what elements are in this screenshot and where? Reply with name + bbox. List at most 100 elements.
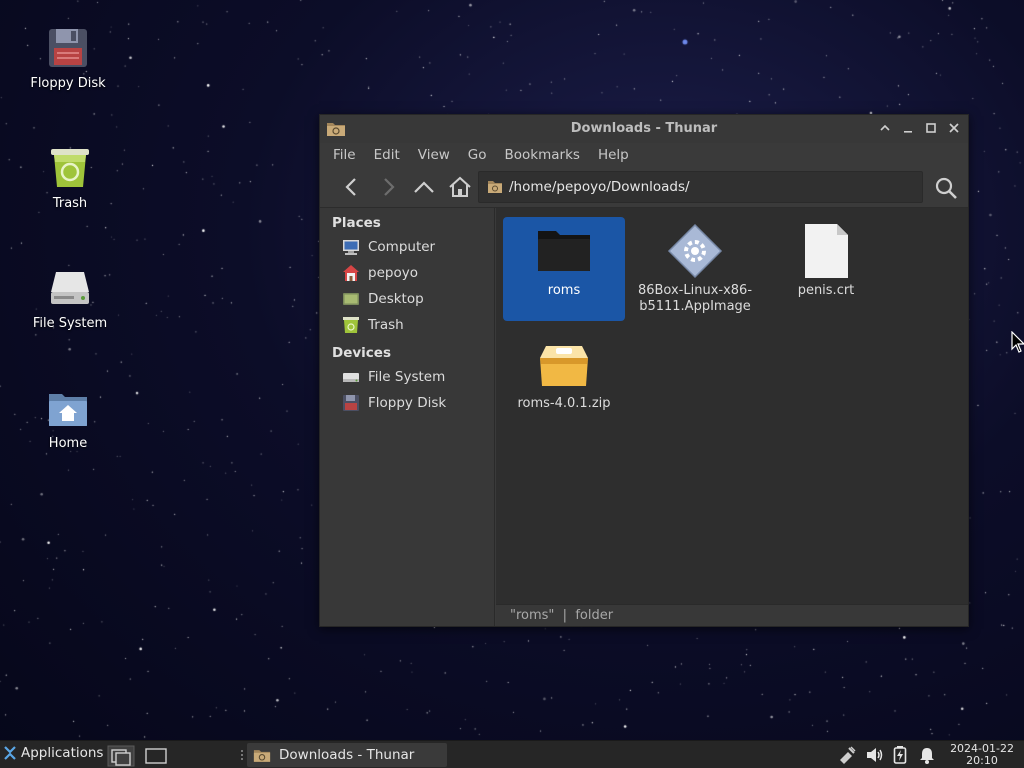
menu-view[interactable]: View xyxy=(409,147,459,163)
minimize-button[interactable] xyxy=(900,120,916,136)
sidebar-item-label: Trash xyxy=(368,317,404,333)
home-button[interactable] xyxy=(442,172,478,202)
desktop-icon-floppy-disk[interactable]: Floppy Disk xyxy=(18,26,118,91)
places-header: Places xyxy=(332,215,381,231)
close-button[interactable] xyxy=(946,120,962,136)
floppy-disk-icon xyxy=(343,395,359,411)
file-name-line1: 86Box-Linux-x86- xyxy=(637,283,753,298)
desktop-icon-home[interactable]: Home xyxy=(18,386,118,451)
parent-folder-button[interactable] xyxy=(406,172,442,202)
desktop-icon-file-system[interactable]: File System xyxy=(20,266,120,331)
file-name-line2: b5111.AppImage xyxy=(639,299,751,314)
home-folder-icon xyxy=(49,394,87,426)
notifications-tray-button[interactable] xyxy=(919,746,935,768)
network-icon xyxy=(840,746,856,764)
trash-icon xyxy=(51,149,89,187)
file-name-line1: roms xyxy=(547,283,581,298)
menu-help[interactable]: Help xyxy=(589,147,638,163)
sidebar-item-label: Computer xyxy=(368,239,436,255)
archive-icon xyxy=(540,346,588,386)
window-title: Downloads - Thunar xyxy=(570,121,718,136)
window-titlebar[interactable]: Downloads - Thunar xyxy=(320,115,968,143)
drag-handle-icon xyxy=(241,750,243,760)
file-item-penis-crt[interactable]: penis.crt xyxy=(765,217,887,321)
devices-header: Devices xyxy=(332,345,391,361)
thunar-app-icon xyxy=(253,749,271,762)
toolbar: /home/pepoyo/Downloads/ xyxy=(320,167,968,207)
back-button[interactable] xyxy=(334,172,370,202)
status-bar: "roms" | folder xyxy=(496,604,968,626)
minimize-icon xyxy=(904,131,912,133)
sidebar-item-trash[interactable]: Trash xyxy=(320,312,494,338)
desktop-icon-label: Trash xyxy=(52,196,88,211)
chevron-up-icon xyxy=(880,124,890,131)
shade-button[interactable] xyxy=(877,120,893,136)
taskbar-window-label: Downloads - Thunar xyxy=(279,747,415,763)
sidebar-item-label: Desktop xyxy=(368,291,424,307)
arrow-right-icon xyxy=(384,178,395,196)
volume-icon xyxy=(867,748,883,762)
taskbar-window-button[interactable]: Downloads - Thunar xyxy=(247,743,447,767)
show-desktop-button[interactable] xyxy=(107,745,135,768)
sidebar-item-desktop[interactable]: Desktop xyxy=(320,286,494,312)
maximize-icon xyxy=(926,123,936,133)
executable-icon xyxy=(667,223,723,279)
taskbar: Applications Downloads - Thunar 2024-01-… xyxy=(0,740,1024,768)
arrow-up-icon xyxy=(414,181,434,193)
menu-file[interactable]: File xyxy=(324,147,365,163)
forward-button[interactable] xyxy=(370,172,406,202)
trash-icon xyxy=(343,317,359,333)
desktop-icon-trash[interactable]: Trash xyxy=(20,146,120,211)
sidebar-item-label: File System xyxy=(368,369,446,385)
menu-edit[interactable]: Edit xyxy=(365,147,409,163)
location-bar[interactable]: /home/pepoyo/Downloads/ xyxy=(478,171,923,203)
mouse-cursor-icon xyxy=(1011,331,1024,353)
bell-icon xyxy=(920,748,934,764)
maximize-button[interactable] xyxy=(923,120,939,136)
volume-tray-button[interactable] xyxy=(865,746,885,768)
file-item-roms[interactable]: roms xyxy=(503,217,625,321)
workspace-switcher[interactable] xyxy=(145,748,167,768)
menu-bar: File Edit View Go Bookmarks Help xyxy=(320,143,968,167)
arrow-left-icon xyxy=(345,178,356,196)
clock-time: 20:10 xyxy=(966,754,998,767)
network-tray-button[interactable] xyxy=(838,746,856,768)
menu-go[interactable]: Go xyxy=(459,147,496,163)
desktop-icon-label: Floppy Disk xyxy=(30,76,106,91)
sidebar-item-computer[interactable]: Computer xyxy=(320,234,494,260)
desktop-icon-label: File System xyxy=(32,316,108,331)
location-path: /home/pepoyo/Downloads/ xyxy=(509,179,690,195)
file-manager-window: Downloads - Thunar File Edit View Go Boo… xyxy=(319,114,969,627)
side-pane: Places Computer pepoyo Desktop Trash Dev… xyxy=(320,208,495,626)
sidebar-item-file-system[interactable]: File System xyxy=(320,364,494,390)
file-name-line1: penis.crt xyxy=(797,283,855,298)
sidebar-item-label: pepoyo xyxy=(368,265,418,281)
search-button[interactable] xyxy=(934,176,958,204)
folder-location-icon xyxy=(488,181,502,193)
desktop-icon xyxy=(343,293,359,305)
workspace-icon xyxy=(145,748,167,764)
clock[interactable]: 2024-01-22 20:10 xyxy=(950,743,1014,767)
close-icon xyxy=(949,123,959,133)
sidebar-item-floppy-disk[interactable]: Floppy Disk xyxy=(320,390,494,416)
file-item-86box-appimage[interactable]: 86Box-Linux-x86- b5111.AppImage xyxy=(634,217,756,321)
file-item-roms-zip[interactable]: roms-4.0.1.zip xyxy=(503,330,625,434)
window-stack-icon xyxy=(107,745,135,767)
xfce-logo-icon xyxy=(4,746,16,760)
drive-icon xyxy=(51,272,89,304)
sidebar-item-pepoyo[interactable]: pepoyo xyxy=(320,260,494,286)
home-icon xyxy=(449,176,471,197)
user-home-icon xyxy=(343,265,359,281)
battery-charging-icon xyxy=(893,746,907,764)
taskbar-handle[interactable] xyxy=(240,749,244,765)
file-icon xyxy=(805,224,848,278)
floppy-disk-icon xyxy=(49,29,87,67)
desktop-icon-label: Home xyxy=(48,436,88,451)
applications-label: Applications xyxy=(21,745,104,761)
applications-menu-button[interactable]: Applications xyxy=(3,745,103,761)
menu-bookmarks[interactable]: Bookmarks xyxy=(496,147,589,163)
file-name-line1: roms-4.0.1.zip xyxy=(517,396,611,411)
battery-tray-button[interactable] xyxy=(893,746,907,768)
folder-icon xyxy=(538,231,590,271)
file-view[interactable]: roms 86Box-Linux-x86- b5111.AppImage pen… xyxy=(496,208,968,604)
